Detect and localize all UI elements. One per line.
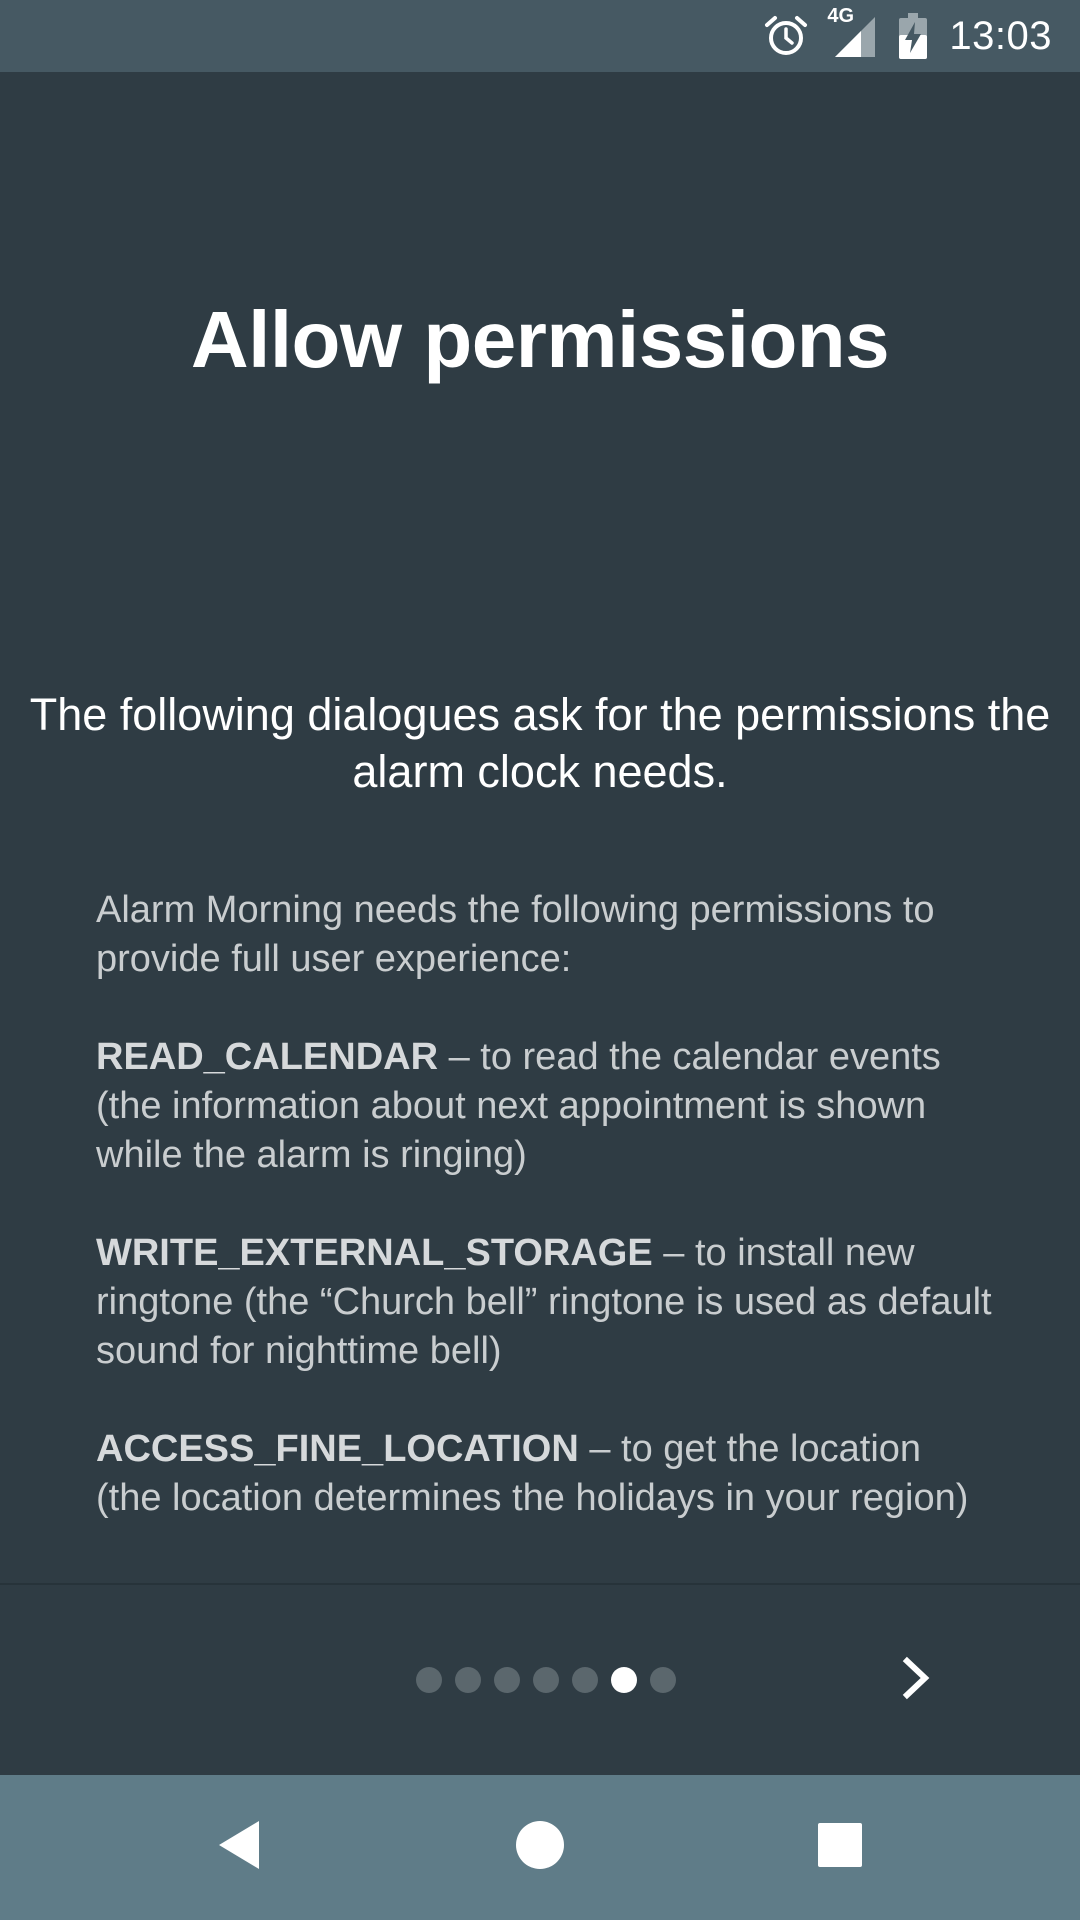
intro-page-content[interactable]: Allow permissions The following dialogue… bbox=[0, 72, 1080, 1584]
page-dot bbox=[650, 1667, 676, 1693]
page-dot bbox=[533, 1667, 559, 1693]
home-button[interactable] bbox=[460, 1775, 620, 1920]
status-time: 13:03 bbox=[949, 13, 1052, 58]
permissions-description: Alarm Morning needs the following permis… bbox=[96, 886, 996, 1572]
page-dot-active bbox=[611, 1667, 637, 1693]
network-type-label: 4G bbox=[827, 5, 855, 27]
page-subtitle: The following dialogues ask for the perm… bbox=[29, 689, 1051, 797]
recents-button[interactable] bbox=[760, 1775, 920, 1920]
page-dot bbox=[416, 1667, 442, 1693]
recents-icon bbox=[817, 1822, 863, 1873]
alarm-icon bbox=[763, 13, 809, 59]
next-button[interactable] bbox=[870, 1635, 960, 1725]
status-bar: 4G 13:03 bbox=[0, 0, 1080, 72]
back-button[interactable] bbox=[160, 1775, 320, 1920]
back-icon bbox=[215, 1819, 265, 1876]
signal-icon: 4G bbox=[827, 5, 877, 59]
chevron-right-icon bbox=[895, 1653, 935, 1708]
page-dot bbox=[494, 1667, 520, 1693]
intro-text: Alarm Morning needs the following permis… bbox=[96, 889, 935, 980]
permission-name: READ_CALENDAR bbox=[96, 1036, 439, 1078]
navigation-bar bbox=[0, 1775, 1080, 1920]
page-title: Allow permissions bbox=[190, 295, 890, 384]
pager-bar bbox=[0, 1585, 1080, 1775]
page-dot bbox=[455, 1667, 481, 1693]
permission-item: ACCESS_FINE_LOCATION – to get the locati… bbox=[96, 1425, 996, 1523]
battery-charging-icon bbox=[899, 13, 928, 59]
permission-item: READ_CALENDAR – to read the calendar eve… bbox=[96, 1033, 996, 1180]
permission-item: WRITE_EXTERNAL_STORAGE – to install new … bbox=[96, 1229, 996, 1376]
permission-name: ACCESS_FINE_LOCATION bbox=[96, 1428, 579, 1470]
home-icon bbox=[515, 1820, 565, 1875]
page-dot bbox=[572, 1667, 598, 1693]
permission-name: WRITE_EXTERNAL_STORAGE bbox=[96, 1232, 653, 1274]
